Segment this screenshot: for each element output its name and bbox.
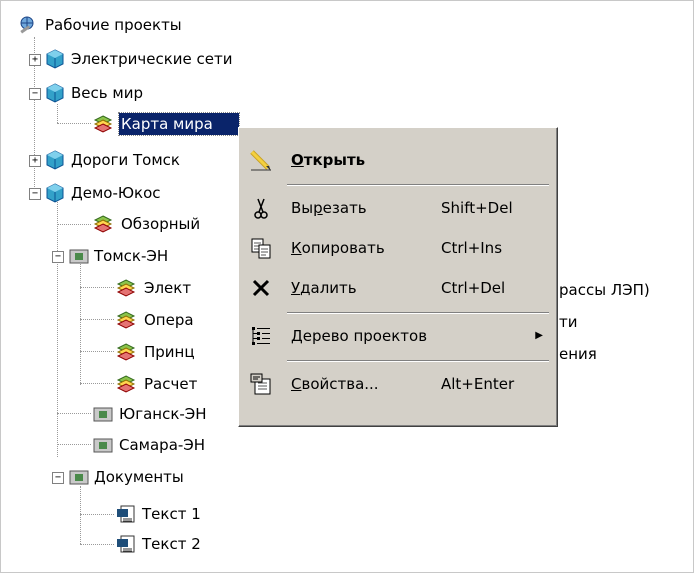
tree-connector: [57, 444, 91, 445]
menu-project-tree-label: Дерево проектов: [291, 327, 428, 345]
tree-node-label: Документы: [94, 468, 184, 486]
tree-node-label: Текст 2: [142, 535, 201, 553]
tree-node-label: Элект: [144, 279, 192, 297]
tree-node-label: Самара-ЭН: [119, 436, 206, 454]
tree-node-label: Карта мира: [118, 112, 240, 136]
menu-properties-label: Свойства...: [291, 375, 379, 393]
menu-properties-shortcut: Alt+Enter: [441, 375, 515, 393]
folder-icon: [93, 407, 113, 422]
menu-open-label: Открыть: [291, 151, 366, 169]
tree-node-label: Принц: [144, 343, 195, 361]
menu-delete-shortcut: Ctrl+Del: [441, 279, 506, 297]
tree-connector: [80, 383, 114, 384]
menu-separator: [287, 184, 549, 186]
folder-icon: [93, 438, 113, 453]
tree-node-label: Обзорный: [121, 215, 201, 233]
project-cube-icon: [46, 150, 64, 170]
copy-icon: [251, 238, 271, 259]
tree-node-label: Опера: [144, 311, 194, 329]
context-menu: Открыть Вырезать Shift+Del Копировать Ct…: [238, 127, 558, 427]
menu-item-properties[interactable]: Свойства... Alt+Enter: [241, 364, 553, 404]
map-layers-icon: [116, 311, 136, 329]
folder-icon: [69, 470, 89, 485]
tree-connector: [80, 351, 114, 352]
tree-connector: [57, 413, 91, 414]
map-layers-icon: [116, 375, 136, 393]
scissors-icon: [254, 198, 268, 219]
menu-copy-shortcut: Ctrl+Ins: [441, 239, 503, 257]
tree-connector: [80, 514, 114, 515]
menu-cut-label: Вырезать: [291, 199, 367, 217]
delete-x-icon: [252, 279, 270, 297]
collapse-minus-icon[interactable]: −: [29, 88, 41, 100]
tree-connector: [57, 224, 91, 225]
tree-node-label: Весь мир: [71, 84, 143, 102]
menu-delete-label: Удалить: [291, 279, 357, 297]
truncated-label-1: рассы ЛЭП): [559, 281, 650, 299]
tree-connector: [80, 287, 114, 288]
menu-copy-label: Копировать: [291, 239, 385, 257]
project-cube-icon: [46, 183, 64, 203]
text-document-icon: [117, 535, 135, 553]
tree-connector: [57, 104, 58, 123]
project-cube-icon: [46, 49, 64, 69]
tree-connector: [57, 123, 91, 124]
tree-node-label: Расчет: [144, 375, 198, 393]
tree-node-label: Электрические сети: [71, 50, 233, 68]
menu-item-delete[interactable]: Удалить Ctrl+Del: [241, 268, 553, 308]
tree-node-label: Юганск-ЭН: [119, 405, 207, 423]
tree-node-label: Демо-Юкос: [71, 184, 161, 202]
map-layers-icon: [93, 215, 113, 233]
globe-tools-icon: [20, 16, 34, 34]
tree-connector: [80, 544, 114, 545]
folder-icon: [69, 249, 89, 264]
expand-plus-icon[interactable]: +: [29, 155, 41, 167]
project-tree-panel: Рабочие проекты + Электрические сети − В…: [0, 0, 694, 573]
menu-cut-shortcut: Shift+Del: [441, 199, 513, 217]
tree-connector: [80, 319, 114, 320]
expand-plus-icon[interactable]: +: [29, 54, 41, 66]
text-document-icon: [117, 505, 135, 523]
menu-separator: [287, 360, 549, 362]
menu-item-copy[interactable]: Копировать Ctrl+Ins: [241, 228, 553, 268]
tree-connector: [80, 261, 81, 385]
tree-list-icon: [252, 327, 270, 345]
properties-icon: [250, 373, 271, 395]
menu-item-cut[interactable]: Вырезать Shift+Del: [241, 188, 553, 228]
tree-node-label: Текст 1: [142, 505, 201, 523]
truncated-label-2: ти: [559, 313, 578, 331]
truncated-label-3: ения: [559, 345, 597, 363]
map-layers-icon: [116, 343, 136, 361]
collapse-minus-icon[interactable]: −: [52, 472, 64, 484]
tree-connector: [80, 486, 81, 544]
tree-connector: [57, 193, 58, 457]
map-layers-icon: [93, 115, 113, 133]
tree-node-label: Дороги Томск: [71, 151, 180, 169]
tree-node-label: Томск-ЭН: [94, 247, 169, 265]
map-layers-icon: [116, 279, 136, 297]
collapse-minus-icon[interactable]: −: [29, 188, 41, 200]
menu-separator: [287, 312, 549, 314]
pencil-icon: [250, 150, 271, 171]
project-cube-icon: [46, 83, 64, 103]
tree-root-label: Рабочие проекты: [45, 16, 182, 34]
collapse-minus-icon[interactable]: −: [52, 251, 64, 263]
submenu-arrow-icon: ▶: [535, 330, 543, 341]
menu-item-open[interactable]: Открыть: [241, 140, 553, 180]
menu-item-project-tree[interactable]: Дерево проектов ▶: [241, 316, 553, 356]
